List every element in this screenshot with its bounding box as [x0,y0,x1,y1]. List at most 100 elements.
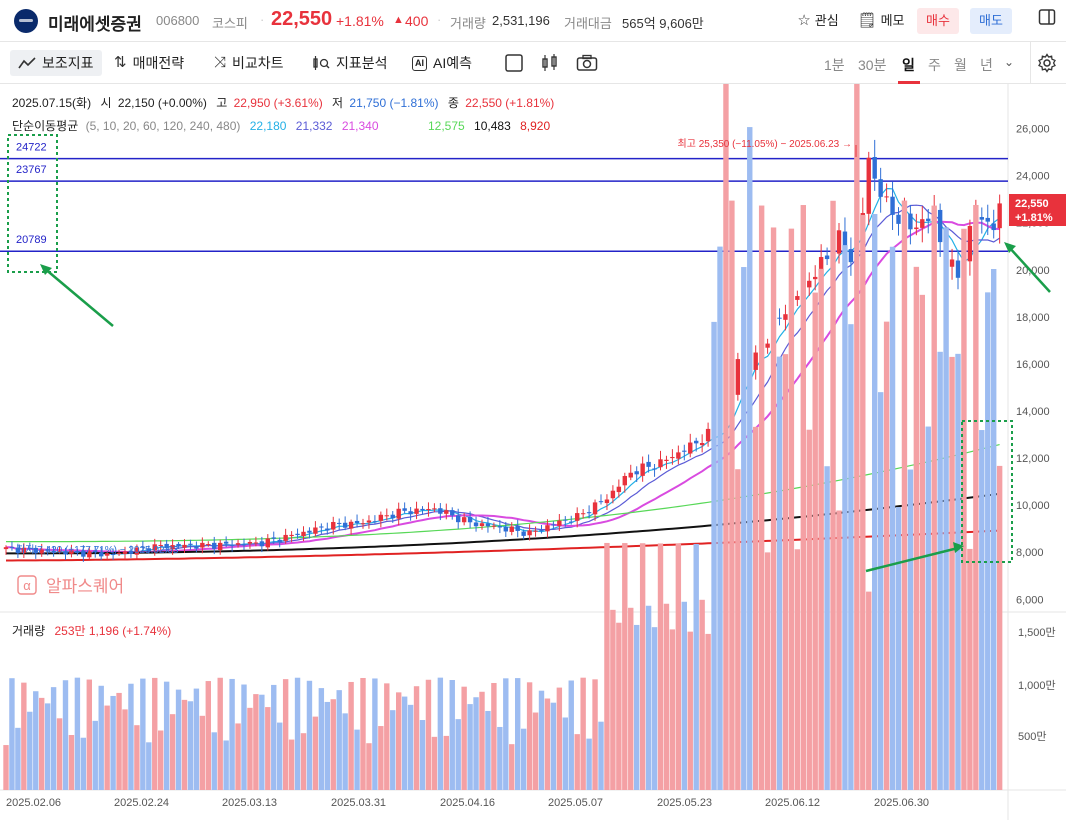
sell-button[interactable]: 매도 [970,8,1012,34]
candle-body [259,541,265,547]
candle-body [3,547,9,550]
chevron-down-icon[interactable]: ⌄ [1004,55,1014,69]
candle-body [807,280,812,288]
volume-bar [872,213,878,791]
volume-bar [455,719,461,790]
volume-legend-value: 253만 1,196 (+1.74%) [54,624,171,638]
candle-body [783,314,788,320]
settings-button[interactable] [1037,53,1057,78]
volume-bar [883,321,890,790]
volume-bar [407,704,414,790]
candle-body [337,522,342,524]
x-tick-label: 2025.02.06 [6,797,61,809]
volume-bar [3,745,9,790]
candles-search-icon [313,56,330,70]
volume-bar [860,214,866,791]
volume-bar [473,697,479,790]
candle-body [836,230,842,254]
turnover-label: 거래대금 [564,16,612,31]
legend-ma20: 21,340 [342,119,379,133]
volume-bar [913,266,920,790]
volume-bar [509,744,515,790]
period-1min[interactable]: 1분 [824,55,845,75]
volume-bar [187,701,194,790]
low-annotation: 최저 7,420 (+177.71%) − 2025.02.03 [16,544,179,556]
candle-body [610,490,616,499]
period-30min[interactable]: 30분 [858,55,886,75]
legend-close: 22,550 (+1.81%) [465,96,554,110]
volume-bar [110,695,116,790]
current-price: 22,550 [271,8,333,30]
y-tick-label: 8,000 [1016,547,1044,559]
volume-bar [770,227,777,791]
volume-bar [556,687,563,790]
volume-bar [503,678,509,790]
analysis-button[interactable]: 지표분석 [312,50,388,76]
volume-bar [735,469,741,790]
candle-body [569,521,574,523]
volume-bar [158,730,164,790]
candle-body [206,544,211,546]
candle-body [307,530,312,533]
volume-bar [467,704,473,790]
candle-body [218,542,223,551]
watermark-text: 알파스퀘어 [46,577,124,596]
volume-bar [282,679,289,790]
volume-bar [628,607,634,790]
volume-bar [223,740,229,790]
candle-body [342,522,348,528]
compare-button[interactable]: ⤨ 비교차트 [214,50,284,76]
ai-predict-button[interactable]: AI AI예측 [412,50,472,76]
candle-body [200,542,205,548]
candle-body [325,528,330,531]
volume-bar [907,469,914,790]
chart-type-button[interactable] [540,50,560,76]
period-year[interactable]: 년 [980,55,993,75]
period-day[interactable]: 일 [902,55,915,75]
candle-body [360,523,366,525]
watchlist-button[interactable]: ☆ 관심 [790,8,846,34]
volume-tick-label: 1,000만 [1018,679,1056,692]
volume-bar [193,688,200,790]
buy-button[interactable]: 매수 [917,8,959,34]
candle-body [271,537,276,539]
y-tick-label: 24,000 [1016,171,1050,183]
strategy-button[interactable]: ⇅ 매매전략 [114,50,184,76]
stock-chart[interactable]: 2025.07.15(화) 시 22,150 (+0.00%) 고 22,950… [0,84,1066,820]
volume-bar [152,677,158,790]
candle-body [848,249,854,263]
memo-button[interactable]: 🗒 메모 [853,8,909,34]
candle-body [908,213,913,230]
volume-bar [931,205,937,790]
volume-bar [306,680,313,790]
volume-bar [895,507,902,790]
x-tick-label: 2025.03.31 [331,797,386,809]
candle-body [503,527,508,532]
volume-bar [830,200,836,790]
candle-body [223,541,229,544]
indicators-label: 보조지표 [42,55,94,71]
indicators-button[interactable]: 보조지표 [10,50,102,76]
period-month[interactable]: 월 [954,55,967,75]
panel-toggle-button[interactable] [1034,8,1060,34]
candle-body [241,544,247,546]
period-week[interactable]: 주 [928,55,941,75]
candle-body [592,502,598,515]
volume-bar [312,716,319,790]
volume-bar [937,351,943,790]
candle-body [491,525,497,527]
candle-body [575,513,580,521]
memo-label: 메모 [880,13,905,28]
volume-bar [687,631,693,790]
screenshot-button[interactable] [576,50,598,76]
volume-bar [229,678,235,790]
volume-bar [979,430,985,790]
volume-bar [15,727,21,790]
volume-bar [92,720,98,790]
drawing-toggle-button[interactable] [504,50,524,76]
volume-bar [723,84,729,791]
shuffle-icon: ⤨ [214,54,227,71]
volume-bar [169,714,176,790]
volume-bar [925,426,931,790]
volume-bar [271,684,277,790]
